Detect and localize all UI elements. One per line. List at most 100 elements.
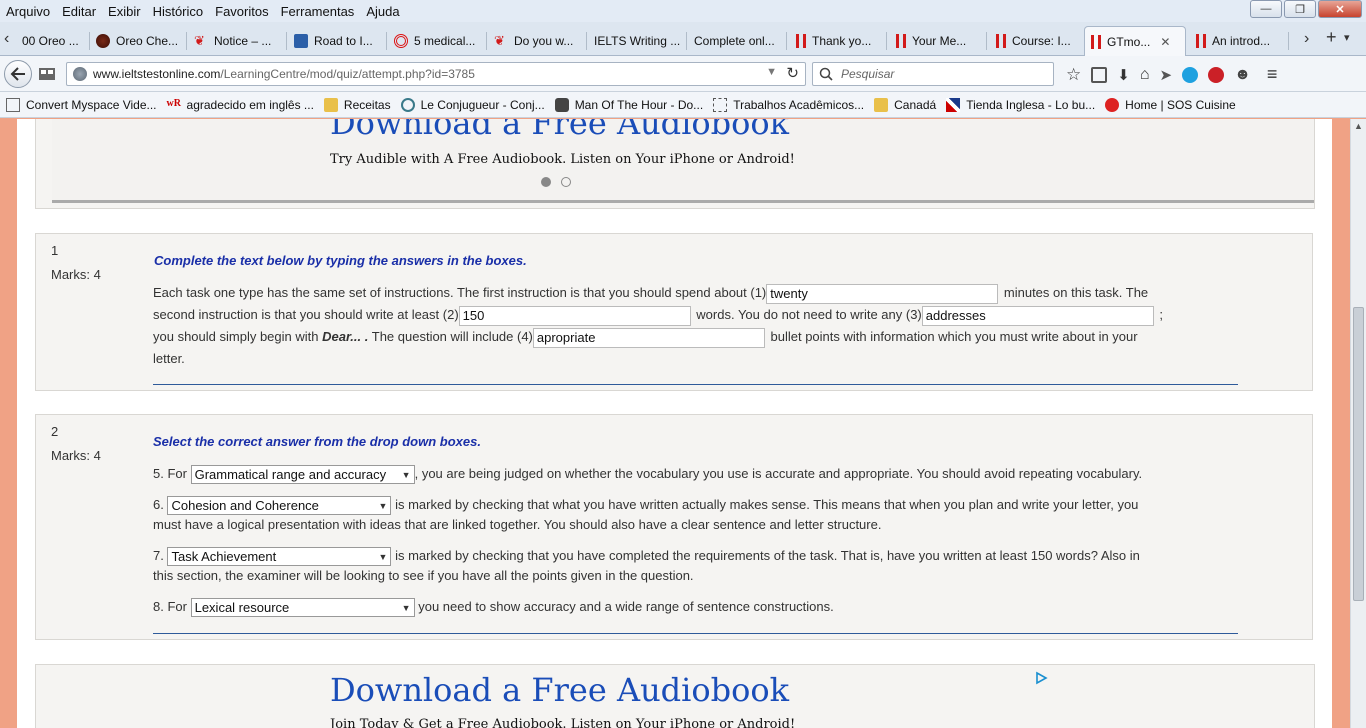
address-bar[interactable]: www.ieltstestonline.com /LearningCentre/… bbox=[66, 62, 806, 86]
bookmark-item[interactable]: Trabalhos Acadêmicos... bbox=[713, 97, 864, 112]
answer-input-4[interactable] bbox=[532, 327, 765, 348]
folder-icon bbox=[874, 97, 889, 112]
bookmark-item[interactable]: Home | SOS Cuisine bbox=[1105, 97, 1236, 112]
tab-8[interactable]: Complete onl... bbox=[688, 26, 786, 56]
bookmark-item[interactable]: Tienda Inglesa - Lo bu... bbox=[946, 97, 1096, 112]
answer-input-3[interactable] bbox=[921, 305, 1154, 326]
gtm-icon bbox=[1196, 34, 1206, 48]
tab-divider bbox=[386, 32, 387, 50]
tab-3[interactable]: ❦ Notice – ... bbox=[188, 26, 286, 56]
tab-9[interactable]: Thank yo... bbox=[790, 26, 886, 56]
history-grid-icon[interactable] bbox=[38, 66, 56, 82]
tab-list-button[interactable]: ▾ bbox=[1344, 31, 1350, 44]
star-icon[interactable]: ☆ bbox=[1066, 65, 1081, 85]
text-fragment: ; bbox=[1159, 307, 1164, 322]
tab-divider bbox=[986, 32, 987, 50]
site-icon bbox=[96, 34, 110, 48]
download-icon[interactable]: ⬇ bbox=[1117, 66, 1130, 84]
tab-scroll-left-button[interactable]: ‹ bbox=[4, 30, 9, 48]
bookmarks-bar: Convert Myspace Vide... wR agradecido em … bbox=[0, 92, 1366, 118]
tab-label: 00 Oreo ... bbox=[22, 34, 79, 48]
ad-banner-bottom[interactable]: Download a Free Audiobook Join Today & G… bbox=[35, 664, 1315, 728]
tab-label: An introd... bbox=[1212, 34, 1271, 48]
bookmark-item[interactable]: Canadá bbox=[874, 97, 936, 112]
dropdown-6[interactable]: Cohesion and Coherence ▼ bbox=[167, 496, 392, 516]
scrollbar-thumb[interactable] bbox=[1353, 307, 1364, 601]
question-text: Each task one type has the same set of i… bbox=[153, 282, 1253, 370]
pinterest-icon[interactable] bbox=[1208, 66, 1225, 83]
text-fragment: minutes on this task. The bbox=[1003, 285, 1149, 300]
menu-hamburger-icon[interactable]: ≡ bbox=[1267, 64, 1278, 85]
ad-title[interactable]: Download a Free Audiobook bbox=[330, 671, 789, 709]
ad-title[interactable]: Download a Free Audiobook bbox=[330, 119, 789, 142]
tab-label: Complete onl... bbox=[694, 34, 775, 48]
home-icon[interactable]: ⌂ bbox=[1140, 66, 1150, 84]
tab-divider bbox=[786, 32, 787, 50]
adchoices-icon[interactable] bbox=[1034, 671, 1048, 685]
clipboard-icon[interactable] bbox=[1091, 66, 1108, 83]
wr-icon: wR bbox=[166, 97, 181, 109]
answer-input-1[interactable] bbox=[766, 283, 999, 304]
tab-10[interactable]: Your Me... bbox=[890, 26, 986, 56]
dropdown-5[interactable]: Grammatical range and accuracy ▼ bbox=[190, 465, 415, 485]
send-icon[interactable]: ➤ bbox=[1160, 66, 1173, 84]
tab-label: IELTS Writing ... bbox=[594, 34, 681, 48]
url-dropdown-icon[interactable]: ▼ bbox=[766, 66, 777, 78]
dropdown-value: Cohesion and Coherence bbox=[171, 497, 319, 513]
vertical-scrollbar[interactable]: ▲ bbox=[1350, 119, 1366, 728]
dropdown-8[interactable]: Lexical resource ▼ bbox=[190, 598, 415, 618]
tab-13[interactable]: An introd... bbox=[1190, 26, 1288, 56]
answer-input-2[interactable] bbox=[458, 305, 691, 326]
bookmark-item[interactable]: Le Conjugueur - Conj... bbox=[400, 97, 545, 112]
text-fragment: is marked by checking that what you have… bbox=[395, 497, 1139, 512]
scroll-up-arrow-icon[interactable]: ▲ bbox=[1352, 121, 1365, 135]
dropdown-7[interactable]: Task Achievement ▼ bbox=[167, 547, 392, 567]
bookmark-item[interactable]: Receitas bbox=[323, 97, 391, 112]
carousel-dot-active[interactable] bbox=[541, 177, 551, 187]
maximize-button[interactable]: ❐ bbox=[1284, 0, 1316, 18]
sentence-7: 7. Task Achievement ▼ is marked by checki… bbox=[153, 545, 1233, 585]
reload-icon[interactable]: ↻ bbox=[786, 64, 799, 82]
bookmark-item[interactable]: wR agradecido em inglês ... bbox=[167, 98, 314, 112]
tab-5[interactable]: 5 medical... bbox=[388, 26, 486, 56]
menu-favoritos[interactable]: Favoritos bbox=[215, 4, 268, 19]
tab-divider bbox=[286, 32, 287, 50]
new-tab-button[interactable]: + bbox=[1326, 27, 1337, 48]
text-fragment: you should simply begin with bbox=[153, 329, 319, 344]
search-box[interactable]: Pesquisar bbox=[812, 62, 1054, 86]
ad-banner-top[interactable]: Download a Free Audiobook Try Audible wi… bbox=[35, 119, 1315, 209]
menu-exibir[interactable]: Exibir bbox=[108, 4, 141, 19]
question-number: 2 bbox=[51, 424, 59, 439]
carousel-dot[interactable] bbox=[561, 177, 571, 187]
minimize-button[interactable]: — bbox=[1250, 0, 1282, 18]
tab-4[interactable]: Road to I... bbox=[288, 26, 386, 56]
tab-11[interactable]: Course: I... bbox=[990, 26, 1082, 56]
toolbar-icons: ☆ ⬇ ⌂ ➤ ☻ ≡ bbox=[1066, 64, 1277, 85]
tab-scroll-right-button[interactable]: › bbox=[1304, 30, 1309, 48]
bookmark-item[interactable]: Convert Myspace Vide... bbox=[6, 97, 157, 112]
text-fragment: this section, the examiner will be looki… bbox=[153, 568, 694, 583]
back-button[interactable] bbox=[4, 60, 32, 88]
tab-close-icon[interactable]: ✕ bbox=[1160, 35, 1170, 49]
url-domain: www.ieltstestonline.com bbox=[93, 67, 221, 81]
flag-icon bbox=[946, 97, 961, 112]
tab-1[interactable]: 00 Oreo ... bbox=[16, 26, 90, 56]
menu-historico[interactable]: Histórico bbox=[153, 4, 204, 19]
bookmark-item[interactable]: Man Of The Hour - Do... bbox=[554, 97, 703, 112]
tab-6[interactable]: ❦ Do you w... bbox=[488, 26, 586, 56]
menu-ferramentas[interactable]: Ferramentas bbox=[281, 4, 355, 19]
menu-arquivo[interactable]: Arquivo bbox=[6, 4, 50, 19]
maple-leaf-icon: ❦ bbox=[494, 33, 505, 48]
skype-icon[interactable] bbox=[1182, 66, 1199, 83]
tab-7[interactable]: IELTS Writing ... bbox=[588, 26, 686, 56]
tab-2[interactable]: Oreo Che... bbox=[90, 26, 186, 56]
chat-icon[interactable]: ☻ bbox=[1234, 66, 1251, 84]
globe-icon bbox=[73, 67, 87, 81]
close-window-button[interactable]: ✕ bbox=[1318, 0, 1362, 18]
bookmark-label: Tienda Inglesa - Lo bu... bbox=[966, 97, 1096, 112]
menu-editar[interactable]: Editar bbox=[62, 4, 96, 19]
tab-label: Oreo Che... bbox=[116, 34, 179, 48]
menu-ajuda[interactable]: Ajuda bbox=[366, 4, 399, 19]
tab-12-active[interactable]: GTmo... ✕ bbox=[1084, 26, 1186, 56]
tab-label: Notice – ... bbox=[214, 34, 272, 48]
